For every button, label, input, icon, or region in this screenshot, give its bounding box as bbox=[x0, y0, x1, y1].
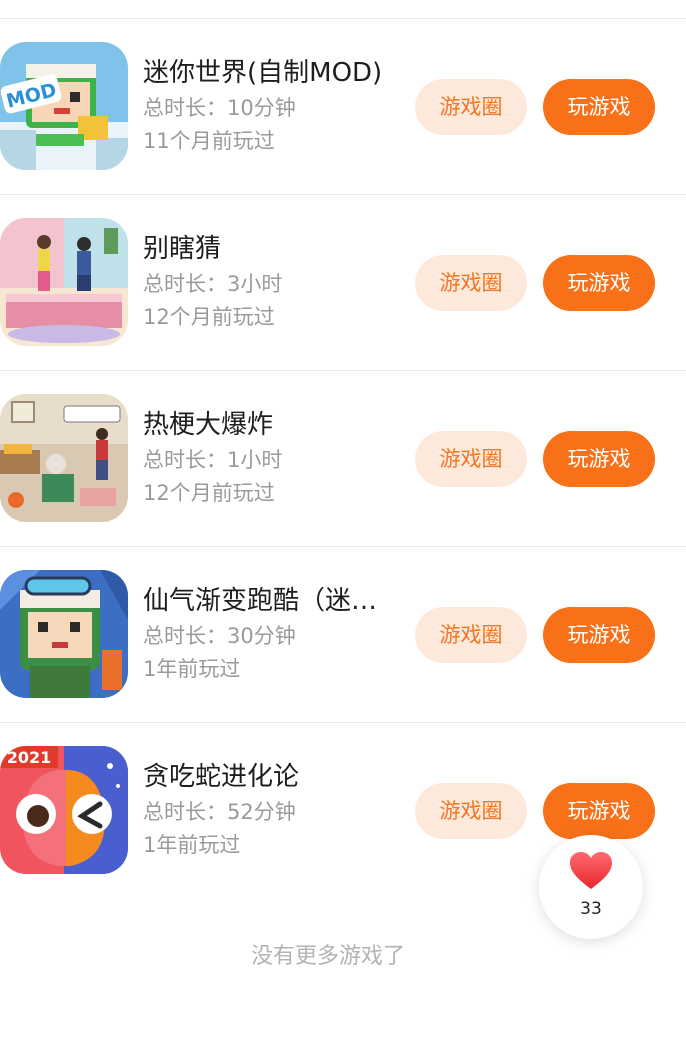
game-circle-button[interactable]: 游戏圈 bbox=[415, 79, 527, 135]
heart-icon bbox=[570, 852, 612, 889]
game-last-played: 12个月前玩过 bbox=[143, 305, 275, 329]
game-circle-button[interactable]: 游戏圈 bbox=[415, 783, 527, 839]
game-duration: 总时长：52分钟 bbox=[143, 800, 296, 824]
play-game-button[interactable]: 玩游戏 bbox=[543, 607, 655, 663]
year-badge-text: 2021 bbox=[7, 748, 52, 767]
like-floating-button[interactable]: 33 bbox=[539, 835, 643, 939]
game-row[interactable]: 别瞎猜 总时长：3小时 12个月前玩过 游戏圈 玩游戏 bbox=[0, 195, 686, 371]
game-duration: 总时长：1小时 bbox=[143, 448, 283, 472]
game-list: MOD 迷你世界(自制MOD) 总时长：10分钟 11个月前玩过 游戏圈 玩游戏 bbox=[0, 19, 686, 899]
game-circle-button[interactable]: 游戏圈 bbox=[415, 607, 527, 663]
play-game-button[interactable]: 玩游戏 bbox=[543, 255, 655, 311]
game-title: 迷你世界(自制MOD) bbox=[143, 58, 383, 88]
game-circle-button[interactable]: 游戏圈 bbox=[415, 255, 527, 311]
game-last-played: 1年前玩过 bbox=[143, 657, 241, 681]
game-row[interactable]: MOD 迷你世界(自制MOD) 总时长：10分钟 11个月前玩过 游戏圈 玩游戏 bbox=[0, 19, 686, 195]
game-row[interactable]: 热梗大爆炸 总时长：1小时 12个月前玩过 游戏圈 玩游戏 bbox=[0, 371, 686, 547]
re-geng-da-bao-zha-icon[interactable] bbox=[0, 394, 128, 522]
game-row[interactable]: 仙气渐变跑酷（迷… 总时长：30分钟 1年前玩过 游戏圈 玩游戏 bbox=[0, 547, 686, 723]
my-games-page: MOD 迷你世界(自制MOD) 总时长：10分钟 11个月前玩过 游戏圈 玩游戏 bbox=[0, 0, 686, 1038]
play-game-button[interactable]: 玩游戏 bbox=[543, 431, 655, 487]
xian-qi-parkour-icon[interactable] bbox=[0, 570, 128, 698]
game-circle-button[interactable]: 游戏圈 bbox=[415, 431, 527, 487]
game-duration: 总时长：10分钟 bbox=[143, 96, 296, 120]
play-game-button[interactable]: 玩游戏 bbox=[543, 79, 655, 135]
game-title: 贪吃蛇进化论 bbox=[143, 762, 300, 792]
game-title: 别瞎猜 bbox=[143, 234, 222, 264]
bie-xia-cai-icon[interactable] bbox=[0, 218, 128, 346]
game-title: 仙气渐变跑酷（迷… bbox=[143, 586, 378, 616]
game-duration: 总时长：30分钟 bbox=[143, 624, 296, 648]
no-more-games-text: 没有更多游戏了 bbox=[250, 944, 405, 969]
game-title: 热梗大爆炸 bbox=[143, 410, 274, 440]
game-last-played: 1年前玩过 bbox=[143, 833, 241, 857]
game-last-played: 11个月前玩过 bbox=[143, 129, 275, 153]
mini-world-mod-icon[interactable]: MOD bbox=[0, 42, 128, 170]
game-duration: 总时长：3小时 bbox=[143, 272, 283, 296]
game-last-played: 12个月前玩过 bbox=[143, 481, 275, 505]
play-game-button[interactable]: 玩游戏 bbox=[543, 783, 655, 839]
snake-evolution-icon[interactable]: 2021 bbox=[0, 746, 128, 874]
like-count: 33 bbox=[580, 899, 602, 919]
